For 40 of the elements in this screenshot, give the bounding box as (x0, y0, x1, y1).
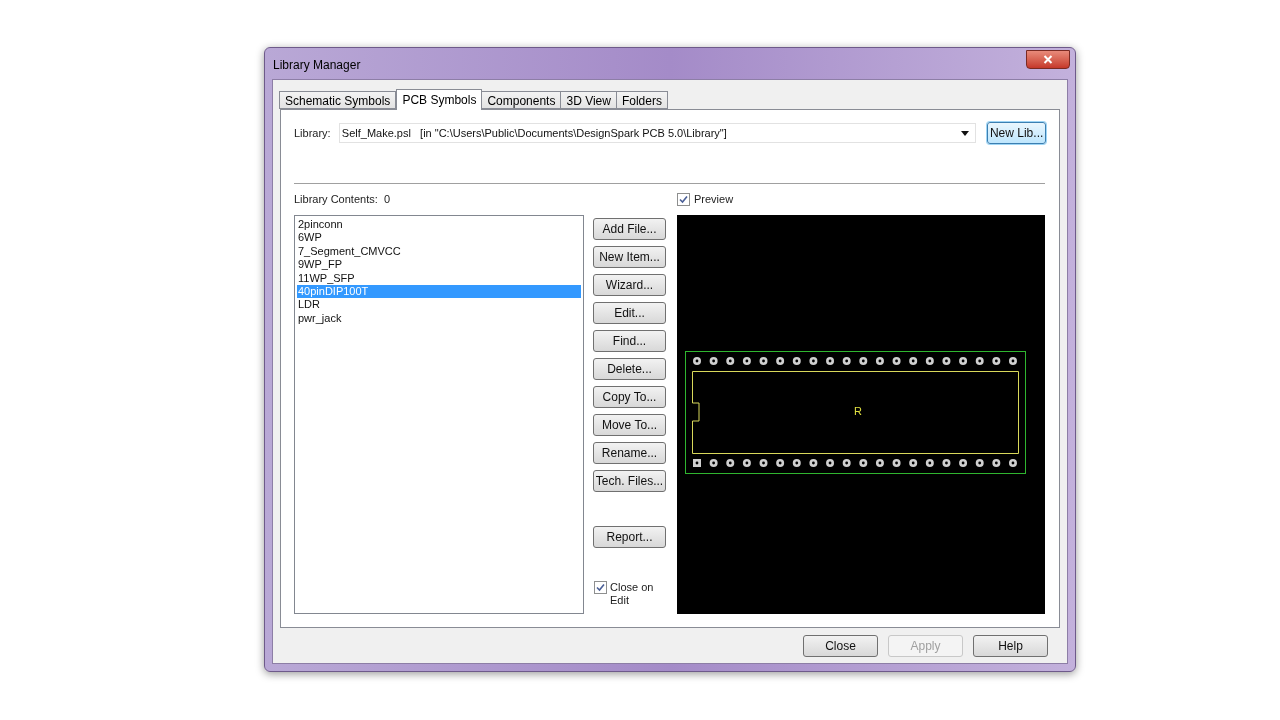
library-label: Library: (294, 125, 332, 141)
window-title: Library Manager (272, 56, 361, 74)
list-item[interactable]: pwr_jack (297, 311, 581, 326)
list-item[interactable]: 9WP_FP (297, 258, 581, 272)
action-button[interactable]: Wizard... (593, 274, 666, 296)
action-button[interactable]: New Item... (593, 246, 666, 268)
close-icon (1043, 54, 1053, 64)
dialog-button[interactable]: Help (973, 635, 1048, 657)
list-item[interactable]: 11WP_SFP (297, 271, 581, 285)
action-button[interactable]: Copy To... (593, 386, 666, 408)
checkbox[interactable] (677, 192, 690, 206)
tab[interactable]: 3D View (560, 91, 617, 109)
action-button[interactable]: Move To... (593, 414, 666, 436)
reference-label: R (854, 405, 862, 417)
action-button[interactable]: Rename... (593, 442, 666, 464)
close-on-edit-label: Close on Edit (610, 581, 655, 607)
list-item[interactable]: 6WP (297, 231, 581, 245)
list-item[interactable]: 2pinconn (297, 218, 581, 232)
library-dropdown[interactable]: Self_Make.psl [in "C:\Users\Public\Documents\DesignSpark PCB 5.0\Library"] (338, 123, 977, 143)
list-item[interactable]: 7_Segment_CMVCC (297, 244, 581, 259)
list-item[interactable]: LDR (297, 298, 581, 312)
action-button[interactable]: Edit... (593, 302, 666, 324)
action-button[interactable]: Delete... (593, 358, 666, 380)
checkmark-icon (679, 194, 688, 204)
action-button[interactable]: Find... (593, 330, 666, 352)
report-button[interactable]: Report... (593, 526, 666, 548)
action-button[interactable]: Add File... (593, 218, 666, 240)
dropdown-arrow-icon (961, 130, 970, 136)
action-button[interactable]: Tech. Files... (593, 470, 666, 492)
tab[interactable]: Schematic Symbols (279, 91, 397, 109)
new-library-button[interactable]: New Lib... (987, 122, 1046, 144)
tab[interactable]: PCB Symbols (396, 89, 483, 110)
dialog-button[interactable]: Close (803, 635, 878, 657)
tab[interactable]: Folders (615, 91, 668, 109)
library-contents-label: Library Contents: 0 (294, 191, 391, 207)
tab[interactable]: Components (481, 91, 562, 109)
checkmark-icon (596, 583, 605, 592)
checkbox[interactable] (594, 581, 607, 594)
preview-label: Preview (694, 191, 734, 207)
close-button[interactable] (1026, 49, 1070, 69)
